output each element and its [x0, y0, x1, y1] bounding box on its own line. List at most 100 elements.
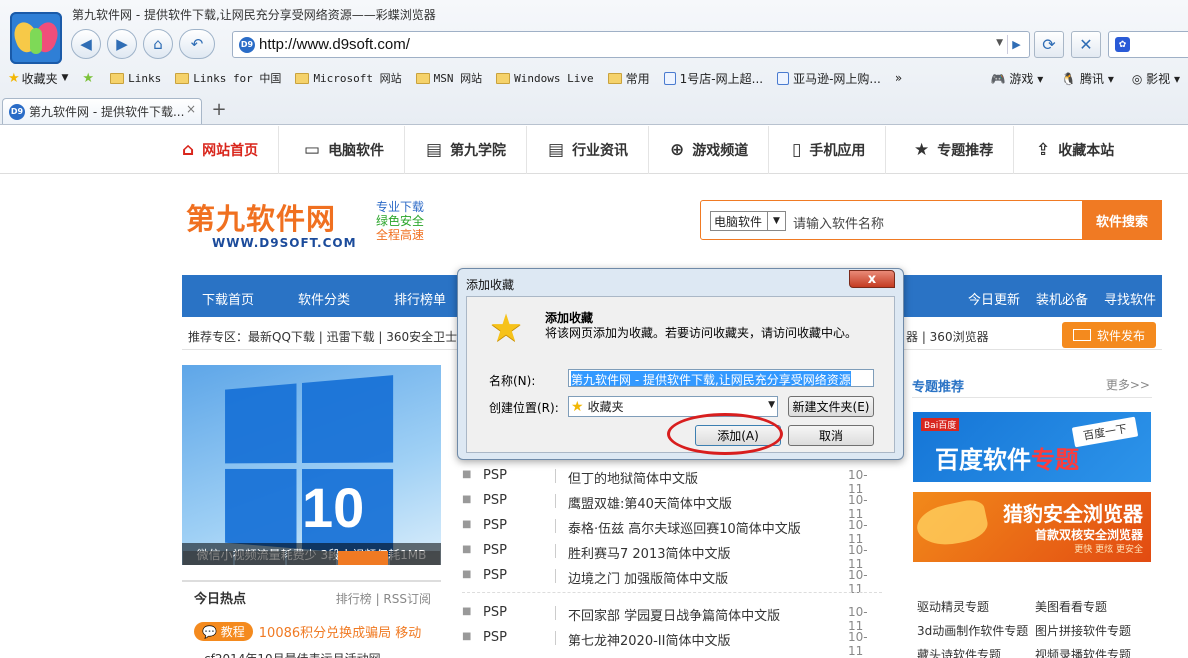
cat-software-category[interactable]: 软件分类: [298, 289, 350, 308]
address-dropdown-icon[interactable]: ▼: [996, 38, 1003, 48]
baidu-paw-icon: ✿: [1115, 37, 1130, 52]
favorites-menu[interactable]: ★ 收藏夹 ▼: [8, 70, 68, 87]
chevron-down-icon: ▼: [768, 400, 775, 410]
folder-icon: [607, 72, 622, 84]
tab-close-icon[interactable]: ×: [186, 102, 196, 116]
cheetah-icon: [913, 497, 991, 551]
cat-rankings[interactable]: 排行榜单: [394, 289, 446, 308]
search-input[interactable]: 请输入软件名称: [793, 213, 884, 232]
list-item[interactable]: ■ PSP 泰格·伍兹 高尔夫球巡回赛10简体中文版 10-11: [462, 516, 882, 546]
nav-mobile[interactable]: ▯ 手机应用: [778, 126, 887, 174]
document-icon: ▤: [426, 140, 443, 160]
hot-item[interactable]: 💬 教程 10086积分兑换成骗局 移动: [194, 622, 421, 641]
fav-folder-msn[interactable]: MSN 网站: [415, 70, 482, 86]
fav-more-button[interactable]: »: [895, 71, 902, 85]
tab-strip: D9 第九软件网 - 提供软件下载... × +: [0, 96, 1188, 124]
nav-home[interactable]: ⌂ 网站首页: [168, 126, 280, 174]
list-item[interactable]: ■ PSP 但丁的地狱简体中文版 10-11: [462, 466, 882, 496]
search-category-select[interactable]: 电脑软件 ▼: [710, 211, 786, 231]
list-divider: [462, 592, 882, 593]
topic-link[interactable]: 图片拼接软件专题: [1035, 622, 1131, 639]
browser-search-input[interactable]: ✿: [1108, 31, 1188, 58]
topic-link[interactable]: 视频录播软件专题: [1035, 646, 1131, 658]
bookmark-upload-icon: ⇪: [1036, 140, 1051, 160]
cat-find-software[interactable]: 寻找软件: [1104, 289, 1156, 308]
home-icon[interactable]: ⌂: [143, 29, 173, 59]
envelope-icon: [1072, 329, 1091, 341]
publish-software-button[interactable]: 软件发布: [1062, 322, 1156, 348]
fav-tencent-menu[interactable]: 🐧 腾讯 ▾: [1061, 70, 1114, 87]
fav-folder-links-china[interactable]: Links for 中国: [175, 70, 281, 86]
fav-link-yhd[interactable]: 1号店-网上超...: [663, 70, 763, 87]
tab-d9soft[interactable]: D9 第九软件网 - 提供软件下载... ×: [2, 98, 202, 124]
add-button[interactable]: 添加(A): [695, 425, 781, 446]
list-item[interactable]: ■ PSP 胜利赛马7 2013简体中文版 10-11: [462, 541, 882, 571]
site-logo[interactable]: 第九软件网 WWW.D9SOFT.COM: [186, 196, 357, 250]
tutorial-badge: 💬 教程: [194, 622, 253, 641]
hot-header: 今日热点 排行榜 | RSS订阅: [182, 580, 441, 610]
back-icon[interactable]: ◀: [71, 29, 101, 59]
undo-close-icon[interactable]: ↶: [179, 29, 215, 59]
add-favorite-button[interactable]: ★: [82, 71, 96, 86]
topic-link[interactable]: 美图看看专题: [1035, 598, 1107, 615]
pager-dot[interactable]: [286, 551, 337, 565]
recommend-links-right[interactable]: 器 | 360浏览器: [906, 328, 989, 345]
baidu-software-ad[interactable]: Bai百度 百度一下 百度软件专题: [913, 412, 1151, 482]
liebao-browser-ad[interactable]: 猎豹安全浏览器 首款双核安全浏览器 更快 更炫 更安全: [913, 492, 1151, 562]
topic-link[interactable]: 藏头诗软件专题: [917, 646, 1001, 658]
new-tab-button[interactable]: +: [208, 98, 230, 120]
topic-link[interactable]: 驱动精灵专题: [917, 598, 989, 615]
fav-folder-links[interactable]: Links: [110, 72, 161, 85]
fav-games-menu[interactable]: 🎮 游戏 ▾: [991, 70, 1044, 87]
cat-today-update[interactable]: 今日更新: [968, 289, 1020, 308]
location-select[interactable]: ★ 收藏夹 ▼: [568, 396, 778, 417]
topic-title: 专题推荐: [912, 380, 965, 395]
nav-news[interactable]: ▤ 行业资讯: [534, 126, 650, 174]
nav-pc-software[interactable]: ▭ 电脑软件: [290, 126, 406, 174]
dialog-close-icon[interactable]: x: [849, 270, 895, 288]
win10-number: 10: [302, 476, 365, 539]
pager-dot-active[interactable]: [338, 551, 389, 565]
pager-dot[interactable]: [183, 551, 233, 565]
cancel-button[interactable]: 取消: [788, 425, 874, 446]
fav-folder-microsoft[interactable]: Microsoft 网站: [295, 70, 402, 86]
cat-download-home[interactable]: 下载首页: [202, 289, 254, 308]
nav-academy[interactable]: ▤ 第九学院: [412, 126, 528, 174]
nav-bookmark[interactable]: ⇪ 收藏本站: [1022, 126, 1134, 174]
address-url[interactable]: http://www.d9soft.com/: [259, 36, 410, 53]
window-title: 第九软件网 - 提供软件下载,让网民充分享受网络资源——彩蝶浏览器: [72, 8, 436, 22]
butterfly-browser-logo-icon: [10, 12, 62, 64]
hot-rank-rss[interactable]: 排行榜 | RSS订阅: [336, 590, 431, 607]
cat-essentials[interactable]: 装机必备: [1036, 289, 1088, 308]
topic-link[interactable]: 3d动画制作软件专题: [917, 622, 1028, 639]
fav-folder-common[interactable]: 常用: [607, 70, 650, 87]
fav-link-amazon[interactable]: 亚马逊-网上购...: [777, 70, 881, 87]
refresh-icon[interactable]: ⟳: [1034, 31, 1064, 58]
gamepad-icon: ⊕: [670, 140, 685, 160]
favorite-name-input[interactable]: 第九软件网 - 提供软件下载,让网民充分享受网络资源: [568, 369, 874, 387]
fav-video-menu[interactable]: ◎ 影视 ▾: [1132, 70, 1180, 87]
list-item[interactable]: ■ PSP 第七龙神2020-II简体中文版 10-11: [462, 628, 882, 658]
fav-folder-windows-live[interactable]: Windows Live: [496, 72, 594, 85]
address-bar[interactable]: D9 http://www.d9soft.com/ ▼ ▶: [232, 31, 1030, 58]
stop-icon[interactable]: ✕: [1071, 31, 1101, 58]
search-button[interactable]: 软件搜索: [1082, 200, 1162, 240]
site-search: 电脑软件 ▼ 请输入软件名称 软件搜索: [700, 200, 1162, 240]
new-folder-button[interactable]: 新建文件夹(E): [788, 396, 874, 417]
chevron-down-icon: ▼: [61, 73, 69, 83]
pager-dot[interactable]: [234, 551, 285, 565]
baidu-search-pill: 百度一下: [1071, 416, 1139, 448]
hot-item-next[interactable]: cf2014年10月最佳表运月活动网...: [204, 650, 392, 658]
win10-banner[interactable]: 10 微信小视频流量耗费少 3段小视频仅耗1MB: [182, 365, 441, 565]
go-icon[interactable]: ▶: [1007, 35, 1025, 54]
list-item[interactable]: ■ PSP 边境之门 加强版简体中文版 10-11: [462, 566, 882, 596]
recommend-links[interactable]: 推荐专区：最新QQ下载 | 迅雷下载 | 360安全卫士: [188, 328, 457, 345]
nav-games[interactable]: ⊕ 游戏频道: [656, 126, 770, 174]
list-item[interactable]: ■ PSP 不回家部 学园夏日战争篇简体中文版 10-11: [462, 603, 882, 633]
pager-dot[interactable]: [390, 551, 440, 565]
nav-topics[interactable]: ★ 专题推荐: [900, 126, 1015, 174]
topic-more-link[interactable]: 更多>>: [1106, 376, 1150, 393]
list-item[interactable]: ■ PSP 鹰盟双雄:第40天简体中文版 10-11: [462, 491, 882, 521]
forward-icon[interactable]: ▶: [107, 29, 137, 59]
location-label: 创建位置(R):: [489, 401, 559, 415]
